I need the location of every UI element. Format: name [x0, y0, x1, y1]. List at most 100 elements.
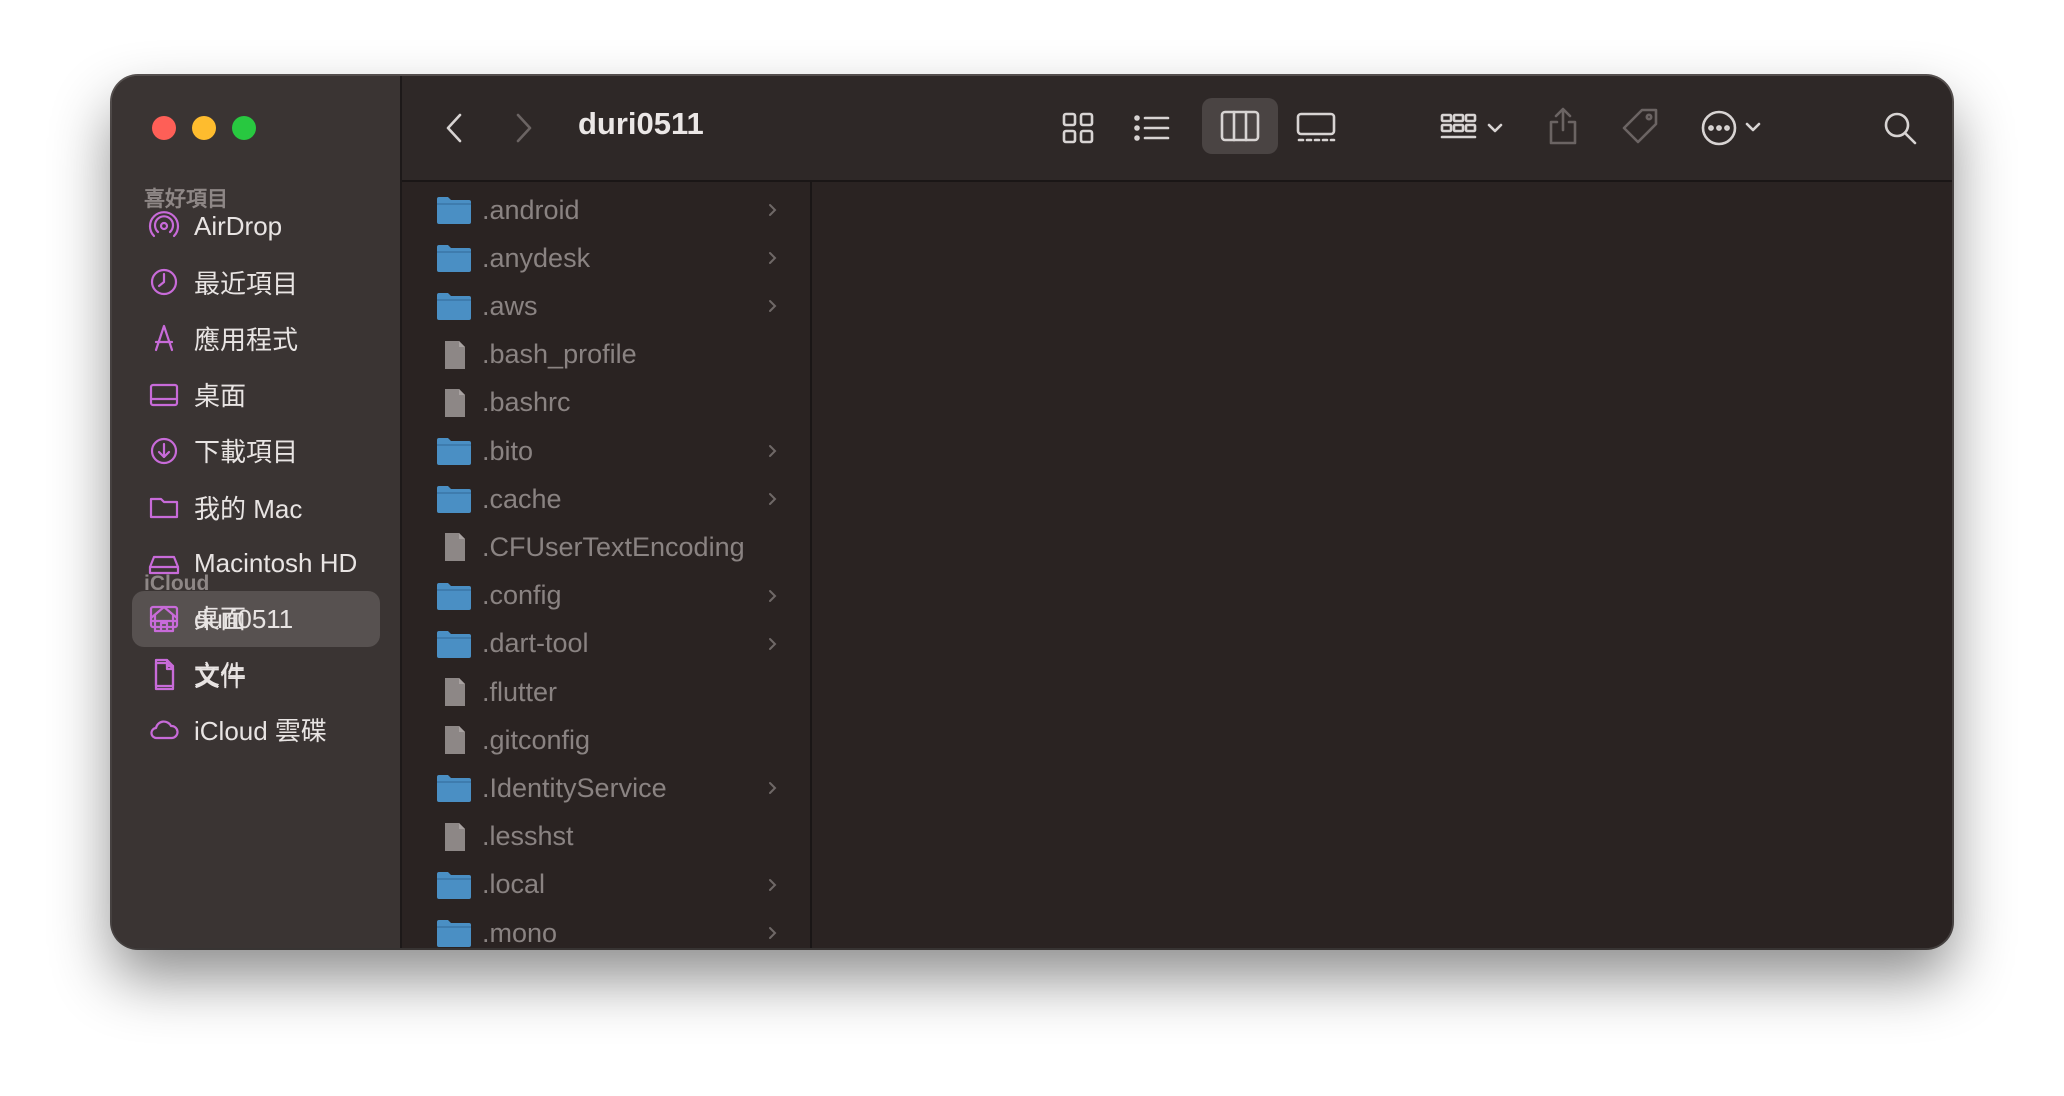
sidebar-item[interactable]: 文件 — [132, 645, 380, 701]
document-icon — [436, 677, 472, 707]
sidebar-item-label: 我的 Mac — [194, 493, 303, 524]
list-icon — [1134, 115, 1170, 141]
clock-icon — [146, 264, 182, 300]
folder-icon — [146, 489, 182, 525]
file-name: .bashrc — [482, 387, 571, 418]
file-row[interactable]: .aws — [402, 282, 810, 330]
folder-icon — [436, 773, 472, 803]
sidebar-item-label: 最近項目 — [194, 268, 299, 299]
file-row[interactable]: .config — [402, 572, 810, 620]
file-name: .lesshst — [482, 821, 574, 852]
tag-button[interactable] — [1612, 98, 1668, 154]
file-name: .gitconfig — [482, 724, 591, 755]
forward-button[interactable] — [502, 106, 546, 150]
file-name: .mono — [482, 917, 558, 948]
share-button[interactable] — [1538, 98, 1588, 154]
file-row[interactable]: .lesshst — [402, 813, 810, 861]
column-view-button[interactable] — [1202, 98, 1278, 154]
file-row[interactable]: .CFUserTextEncoding — [402, 523, 810, 571]
file-name: .flutter — [482, 676, 558, 707]
sidebar-item[interactable]: 桌面 — [132, 367, 380, 423]
chevron-right-icon — [516, 113, 532, 143]
chevron-right-icon — [766, 586, 780, 606]
file-row[interactable]: .dart-tool — [402, 620, 810, 668]
sidebar-item[interactable]: iCloud 雲碟 — [132, 701, 380, 757]
zoom-button[interactable] — [232, 116, 256, 140]
file-row[interactable]: .anydesk — [402, 234, 810, 282]
file-row[interactable]: .IdentityService — [402, 764, 810, 812]
tag-icon — [1622, 108, 1658, 144]
close-button[interactable] — [152, 116, 176, 140]
sidebar-item[interactable]: 應用程式 — [132, 310, 380, 366]
finder-window: 喜好項目 AirDrop 最近項目 應用程式 桌面 下載項目 我的 Mac Macintos… — [112, 76, 1952, 948]
folder-icon — [436, 195, 472, 225]
more-actions-button[interactable] — [1696, 100, 1772, 156]
file-row[interactable]: .bash_profile — [402, 331, 810, 379]
chevron-right-icon — [766, 441, 780, 461]
chevron-right-icon — [766, 634, 780, 654]
search-icon — [1884, 112, 1917, 145]
download-icon — [146, 433, 182, 469]
preview-column — [812, 182, 1952, 948]
folder-icon — [436, 870, 472, 900]
back-button[interactable] — [432, 106, 476, 150]
document-icon — [146, 655, 182, 691]
file-name: .android — [482, 194, 580, 225]
chevron-right-icon — [766, 778, 780, 798]
chevron-right-icon — [766, 875, 780, 895]
document-icon — [436, 725, 472, 755]
window-title: duri0511 — [578, 106, 704, 141]
document-icon — [436, 340, 472, 370]
group-by-button[interactable] — [1434, 102, 1514, 154]
sidebar-item-label: 下載項目 — [194, 437, 299, 468]
chevron-left-icon — [446, 113, 462, 143]
file-name: .cache — [482, 483, 562, 514]
sidebar-item[interactable]: 我的 Mac — [132, 479, 380, 535]
sidebar-item-label: 文件 — [194, 659, 247, 690]
file-row[interactable]: .bashrc — [402, 379, 810, 427]
window-controls — [152, 116, 256, 140]
chevron-right-icon — [766, 489, 780, 509]
sidebar-item-label: AirDrop — [194, 210, 283, 241]
gallery-icon — [1296, 112, 1336, 142]
sidebar-item[interactable]: 最近項目 — [132, 254, 380, 310]
file-name: .dart-tool — [482, 628, 589, 659]
chevron-right-icon — [766, 200, 780, 220]
minimize-button[interactable] — [192, 116, 216, 140]
file-name: .config — [482, 580, 562, 611]
file-name: .CFUserTextEncoding — [482, 531, 745, 562]
file-name: .bito — [482, 435, 534, 466]
sidebar-item[interactable]: AirDrop — [132, 198, 380, 254]
folder-icon — [436, 918, 472, 948]
chevron-right-icon — [766, 923, 780, 943]
group-icon — [1440, 113, 1503, 139]
file-row[interactable]: .cache — [402, 475, 810, 523]
file-row[interactable]: .mono — [402, 909, 810, 948]
file-row[interactable]: .android — [402, 186, 810, 234]
sidebar-item[interactable]: 桌面 — [132, 589, 380, 645]
document-icon — [436, 532, 472, 562]
desktop-icon — [146, 599, 182, 635]
file-column: .android .anydesk .aws .bash_profile .bashrc… — [402, 182, 812, 948]
gallery-view-button[interactable] — [1288, 102, 1344, 154]
file-name: .aws — [482, 290, 538, 321]
sidebar-item[interactable]: 下載項目 — [132, 423, 380, 479]
file-row[interactable]: .bito — [402, 427, 810, 475]
chevron-right-icon — [766, 296, 780, 316]
sidebar-item-label: 桌面 — [194, 381, 247, 412]
grid-icon — [1062, 112, 1094, 144]
desktop-icon — [146, 377, 182, 413]
folder-icon — [436, 436, 472, 466]
folder-icon — [436, 484, 472, 514]
file-row[interactable]: .gitconfig — [402, 716, 810, 764]
columns-icon — [1220, 110, 1260, 142]
toolbar: duri0511 — [402, 76, 1952, 182]
sidebar-item-label: iCloud 雲碟 — [194, 715, 327, 746]
search-button[interactable] — [1872, 100, 1928, 156]
file-row[interactable]: .local — [402, 861, 810, 909]
file-row[interactable]: .flutter — [402, 668, 810, 716]
list-view-button[interactable] — [1124, 102, 1180, 154]
icon-view-button[interactable] — [1052, 102, 1104, 154]
sidebar: 喜好項目 AirDrop 最近項目 應用程式 桌面 下載項目 我的 Mac Macintos… — [112, 76, 402, 948]
folder-icon — [436, 581, 472, 611]
